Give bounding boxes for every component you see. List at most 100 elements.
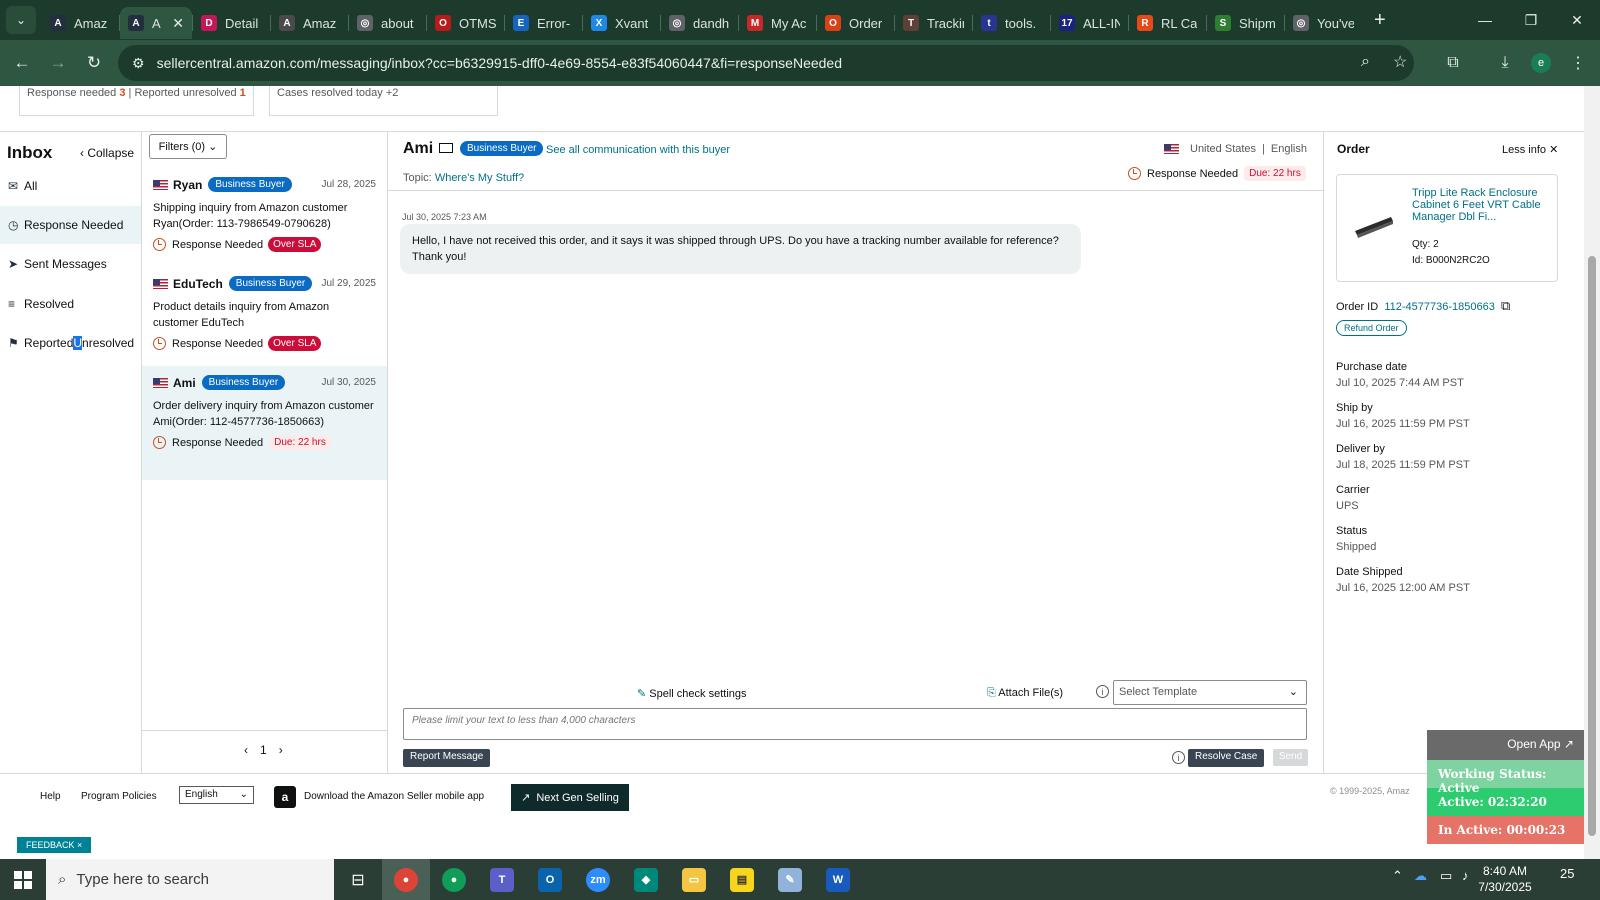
product-card: Tripp Lite Rack Enclosure Cabinet 6 Feet… — [1336, 174, 1558, 282]
next-page-icon[interactable]: › — [279, 743, 283, 757]
conversation-item-ryan[interactable]: Ryan Business Buyer Jul 28, 2025 Shippin… — [142, 168, 387, 266]
browser-tab[interactable]: D Detail — [193, 7, 270, 39]
browser-menu-icon[interactable]: ⋮ — [1563, 48, 1593, 78]
nav-item-response-needed[interactable]: ◷ Response Needed — [0, 206, 141, 244]
next-gen-selling-button[interactable]: ↗ Next Gen Selling — [511, 784, 629, 811]
program-policies-link[interactable]: Program Policies — [81, 791, 157, 802]
taskbar-clock[interactable]: 8:40 AM 7/30/2025 — [1466, 863, 1544, 895]
product-title-link[interactable]: Tripp Lite Rack Enclosure Cabinet 6 Feet… — [1412, 187, 1552, 223]
collapse-button[interactable]: ‹ Collapse — [80, 146, 134, 160]
feedback-button[interactable]: FEEDBACK × — [17, 837, 92, 853]
spell-check-settings-button[interactable]: ✎ Spell check settings — [637, 687, 747, 700]
network-icon[interactable]: ▭ — [1440, 868, 1452, 884]
outlook-icon[interactable]: O — [526, 859, 574, 900]
omnibox[interactable]: ⚙ sellercentral.amazon.com/messaging/inb… — [118, 45, 1414, 81]
tab-label: tools. — [1005, 15, 1037, 31]
browser-tab[interactable]: S Shipm — [1207, 7, 1284, 39]
info-icon[interactable]: i — [1172, 751, 1185, 764]
chrome-icon[interactable]: ● — [382, 859, 430, 900]
select-template-dropdown[interactable]: Select Template ⌄ — [1113, 680, 1307, 705]
browser-tab[interactable]: ◎ You've — [1285, 7, 1362, 39]
reload-button[interactable]: ↻ — [76, 45, 112, 81]
tab-close-icon[interactable]: ✕ — [172, 15, 184, 32]
language-select[interactable]: English ⌄ — [179, 786, 254, 804]
copy-icon[interactable]: ⧉ — [1501, 298, 1510, 313]
stats-card-resolved[interactable]: Cases resolved today +2 — [269, 86, 498, 116]
file-explorer-icon[interactable]: ▭ — [670, 859, 718, 900]
notepad-icon[interactable]: ✎ — [766, 859, 814, 900]
filters-dropdown[interactable]: Filters (0) ⌄ — [149, 134, 227, 159]
browser-tab[interactable]: ◎ dandh — [661, 7, 738, 39]
topic-link[interactable]: Where's My Stuff? — [435, 172, 524, 184]
minimize-button[interactable]: — — [1462, 0, 1508, 40]
pagination: ‹ 1 › — [244, 743, 283, 757]
tab-search-button[interactable]: ⌄ — [6, 6, 36, 34]
resolve-case-button[interactable]: Resolve Case — [1188, 749, 1265, 767]
browser-tab[interactable]: ◎ about — [349, 7, 426, 39]
order-id-link[interactable]: 112-4577736-1850663 — [1384, 301, 1495, 313]
site-info-icon[interactable]: ⚙ — [132, 55, 145, 72]
open-app-button[interactable]: Open App ↗ — [1427, 730, 1584, 760]
show-hidden-icons[interactable]: ⌃ — [1392, 868, 1403, 884]
start-button[interactable] — [0, 859, 46, 900]
browser-tab[interactable]: R RL Ca — [1129, 7, 1206, 39]
nav-item-all[interactable]: ✉ All — [0, 167, 141, 205]
info-icon[interactable]: i — [1096, 685, 1109, 698]
conversation-item-ami[interactable]: Ami Business Buyer Jul 30, 2025 Order de… — [142, 366, 387, 480]
extensions-icon[interactable]: ⧉ — [1438, 48, 1468, 78]
refund-order-button[interactable]: Refund Order — [1336, 320, 1407, 336]
bookmark-star-icon[interactable]: ☆ — [1393, 52, 1407, 72]
profile-avatar[interactable]: e — [1531, 53, 1551, 73]
attach-files-button[interactable]: ⎘ Attach File(s) — [987, 687, 1063, 700]
browser-tab[interactable]: A Amaz — [271, 7, 348, 39]
stats-card-response[interactable]: Response needed 3 | Reported unresolved … — [19, 86, 254, 116]
task-view-icon[interactable]: ⊟ — [334, 859, 382, 900]
chevron-down-icon: ⌄ — [1288, 686, 1298, 698]
windows-logo-icon — [14, 870, 32, 889]
page-scrollbar[interactable] — [1584, 86, 1600, 859]
browser-tab[interactable]: 17 ALL-IN — [1051, 7, 1128, 39]
send-button[interactable]: Send — [1273, 749, 1308, 766]
maximize-button[interactable]: ❐ — [1508, 0, 1554, 40]
browser-tab[interactable]: X Xvant — [583, 7, 660, 39]
message-input[interactable]: Please limit your text to less than 4,00… — [403, 708, 1307, 740]
sticky-notes-icon[interactable]: ▤ — [718, 859, 766, 900]
onedrive-icon[interactable]: ☁ — [1414, 868, 1427, 884]
see-all-communication-link[interactable]: See all communication with this buyer — [546, 144, 730, 156]
chevron-down-icon: ⌄ — [208, 141, 218, 153]
teams-icon[interactable]: T — [478, 859, 526, 900]
notifications-icon[interactable]: 25 — [1560, 866, 1574, 881]
less-info-button[interactable]: Less info ✕ — [1502, 143, 1558, 156]
close-window-button[interactable]: ✕ — [1554, 0, 1600, 40]
conversation-item-edutech[interactable]: EduTech Business Buyer Jul 29, 2025 Prod… — [142, 267, 387, 365]
zoom-icon[interactable]: zm — [574, 859, 622, 900]
nav-item-sent-messages[interactable]: ➤ Sent Messages — [0, 245, 141, 283]
back-button[interactable]: ← — [4, 45, 40, 81]
person-flag-icon: ⚑ — [8, 336, 19, 350]
nav-item-reported-unresolved[interactable]: ⚑ Reported Unresolved — [0, 324, 141, 362]
scroll-thumb[interactable] — [1588, 256, 1596, 836]
browser-tab[interactable]: E Error- — [505, 7, 582, 39]
download-icon[interactable]: ⤓ — [1490, 48, 1520, 78]
browser-tab[interactable]: A Amaz — [42, 7, 119, 39]
report-message-button[interactable]: Report Message — [403, 749, 491, 767]
browser-tab[interactable]: T Trackin — [895, 7, 972, 39]
nav-item-resolved[interactable]: ≡ Resolved — [0, 285, 141, 323]
browser-tab[interactable]: A A ✕ — [120, 7, 192, 39]
word-icon[interactable]: W — [814, 859, 862, 900]
due-badge: Due: 22 hrs — [1244, 166, 1306, 181]
new-tab-button[interactable]: + — [1374, 9, 1386, 32]
browser-tab[interactable]: O Order — [817, 7, 894, 39]
app-diamond-icon[interactable]: ◆ — [622, 859, 670, 900]
download-app-link[interactable]: Download the Amazon Seller mobile app — [304, 791, 484, 802]
forward-button[interactable]: → — [40, 45, 76, 81]
zoom-icon[interactable]: ⌕ — [1361, 53, 1370, 71]
mail-icon[interactable] — [439, 143, 453, 153]
browser-tab[interactable]: M My Ac — [739, 7, 816, 39]
prev-page-icon[interactable]: ‹ — [244, 743, 248, 757]
browser-tab[interactable]: t tools. — [973, 7, 1050, 39]
chrome-profile-icon[interactable]: ● — [430, 859, 478, 900]
browser-tab[interactable]: O OTMS — [427, 7, 504, 39]
help-link[interactable]: Help — [40, 791, 61, 802]
taskbar-search[interactable]: ⌕ Type here to search — [46, 859, 334, 900]
